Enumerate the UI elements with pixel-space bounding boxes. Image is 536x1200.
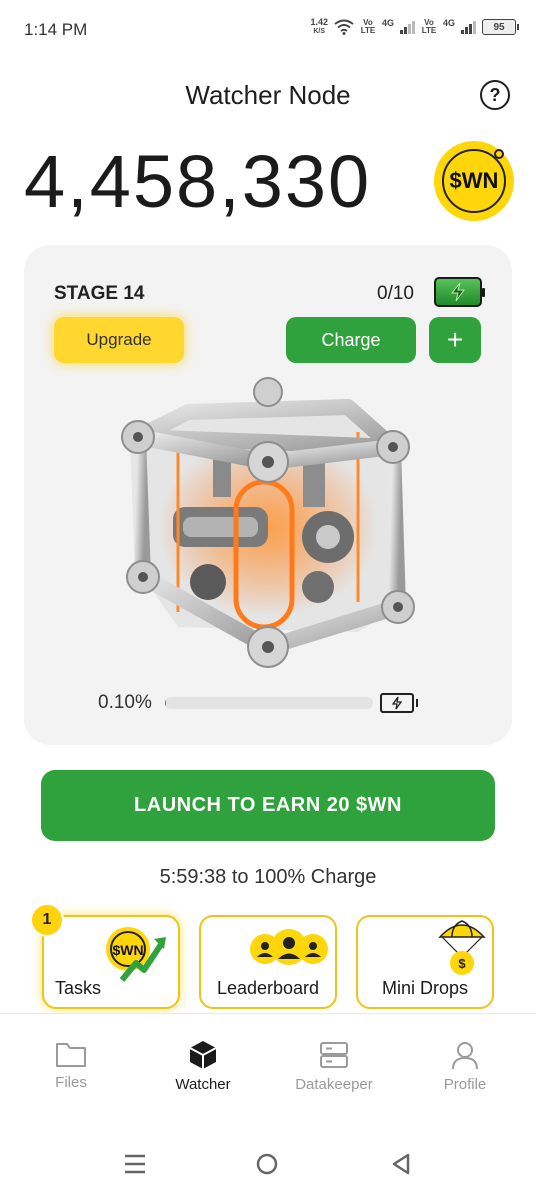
stage-card: STAGE 14 0/10 Upgrade Charge + 0.10% bbox=[24, 245, 512, 745]
cube-icon bbox=[189, 1041, 217, 1069]
network-speed-unit: K/S bbox=[313, 28, 326, 35]
server-icon bbox=[320, 1042, 348, 1068]
mini-drops-icon-text: $ bbox=[458, 956, 466, 971]
battery-status-icon: 95 bbox=[482, 19, 519, 35]
home-icon[interactable] bbox=[256, 1153, 278, 1175]
balance-row: 4,458,330 $WN bbox=[24, 138, 514, 224]
nav-label-profile: Profile bbox=[443, 1076, 487, 1093]
sim1-volte: Vo LTE bbox=[360, 18, 376, 35]
progress-bar bbox=[165, 697, 373, 709]
parachute-coin-icon: $ bbox=[438, 920, 486, 975]
wn-coin-icon: $WN bbox=[434, 141, 514, 221]
user-icon bbox=[452, 1042, 478, 1070]
charge-button[interactable]: Charge bbox=[286, 317, 416, 363]
sim1-network: 4G bbox=[381, 18, 394, 28]
sim2-network: 4G bbox=[442, 18, 455, 28]
tasks-tile[interactable]: 1 $WN Tasks bbox=[30, 903, 180, 1009]
nav-label-watcher: Watcher bbox=[175, 1076, 231, 1093]
nav-label-files: Files bbox=[55, 1074, 87, 1091]
tasks-badge: 1 bbox=[30, 903, 64, 937]
status-icons: 1.42 K/S Vo LTE 4G Vo LTE 4G 95 bbox=[310, 18, 519, 36]
sim1-signal-icon bbox=[399, 20, 415, 34]
progress-percent: 0.10% bbox=[98, 692, 152, 713]
page-title: Watcher Node bbox=[185, 80, 351, 110]
balance-amount: 4,458,330 bbox=[24, 139, 372, 223]
network-speed: 1.42 K/S bbox=[310, 18, 328, 36]
lightning-icon bbox=[450, 282, 465, 302]
leaderboard-label: Leaderboard bbox=[216, 978, 320, 998]
network-speed-value: 1.42 bbox=[310, 17, 328, 27]
coin-arrow-icon bbox=[494, 149, 504, 159]
upgrade-button[interactable]: Upgrade bbox=[54, 317, 184, 363]
battery-charge-icon bbox=[434, 277, 485, 307]
add-charge-button[interactable]: + bbox=[429, 317, 481, 363]
nav-item-files[interactable]: Files bbox=[4, 1040, 138, 1091]
wn-growth-icon: $WN bbox=[106, 927, 166, 982]
leaderboard-tile[interactable]: Leaderboard bbox=[199, 915, 337, 1009]
folder-icon bbox=[56, 1043, 86, 1067]
back-icon[interactable] bbox=[391, 1153, 411, 1175]
tasks-icon-text: $WN bbox=[112, 942, 143, 958]
bottom-nav: Files Watcher Datakeeper Profile bbox=[0, 1013, 536, 1113]
nav-item-profile[interactable]: Profile bbox=[398, 1040, 532, 1093]
recent-apps-icon[interactable] bbox=[124, 1154, 146, 1174]
charge-timer: 5:59:38 to 100% Charge bbox=[159, 866, 377, 888]
mini-drops-tile[interactable]: $ Mini Drops bbox=[356, 915, 494, 1009]
tasks-label: Tasks bbox=[55, 978, 102, 998]
charges-count: 0/10 bbox=[377, 283, 414, 304]
mini-lightning-icon bbox=[392, 696, 402, 710]
mini-drops-label: Mini Drops bbox=[381, 978, 469, 998]
nav-item-watcher[interactable]: Watcher bbox=[136, 1040, 270, 1093]
wifi-icon bbox=[334, 19, 354, 35]
sim2-signal-icon bbox=[461, 20, 476, 34]
status-bar: 1:14 PM 1.42 K/S Vo LTE 4G Vo LTE 4G 95 bbox=[0, 0, 536, 60]
system-navigation-bar bbox=[0, 1146, 536, 1186]
mini-battery-icon bbox=[380, 693, 418, 713]
watcher-node-cube-image bbox=[121, 377, 415, 668]
status-time: 1:14 PM bbox=[24, 20, 88, 39]
launch-to-earn-button[interactable]: LAUNCH TO EARN 20 $WN bbox=[41, 770, 495, 841]
stage-label: STAGE 14 bbox=[54, 283, 145, 304]
sim2-volte: Vo LTE bbox=[421, 18, 437, 35]
help-icon[interactable]: ? bbox=[480, 80, 510, 110]
users-group-icon bbox=[250, 929, 328, 965]
nav-item-datakeeper[interactable]: Datakeeper bbox=[267, 1040, 401, 1093]
nav-label-datakeeper: Datakeeper bbox=[295, 1076, 373, 1093]
